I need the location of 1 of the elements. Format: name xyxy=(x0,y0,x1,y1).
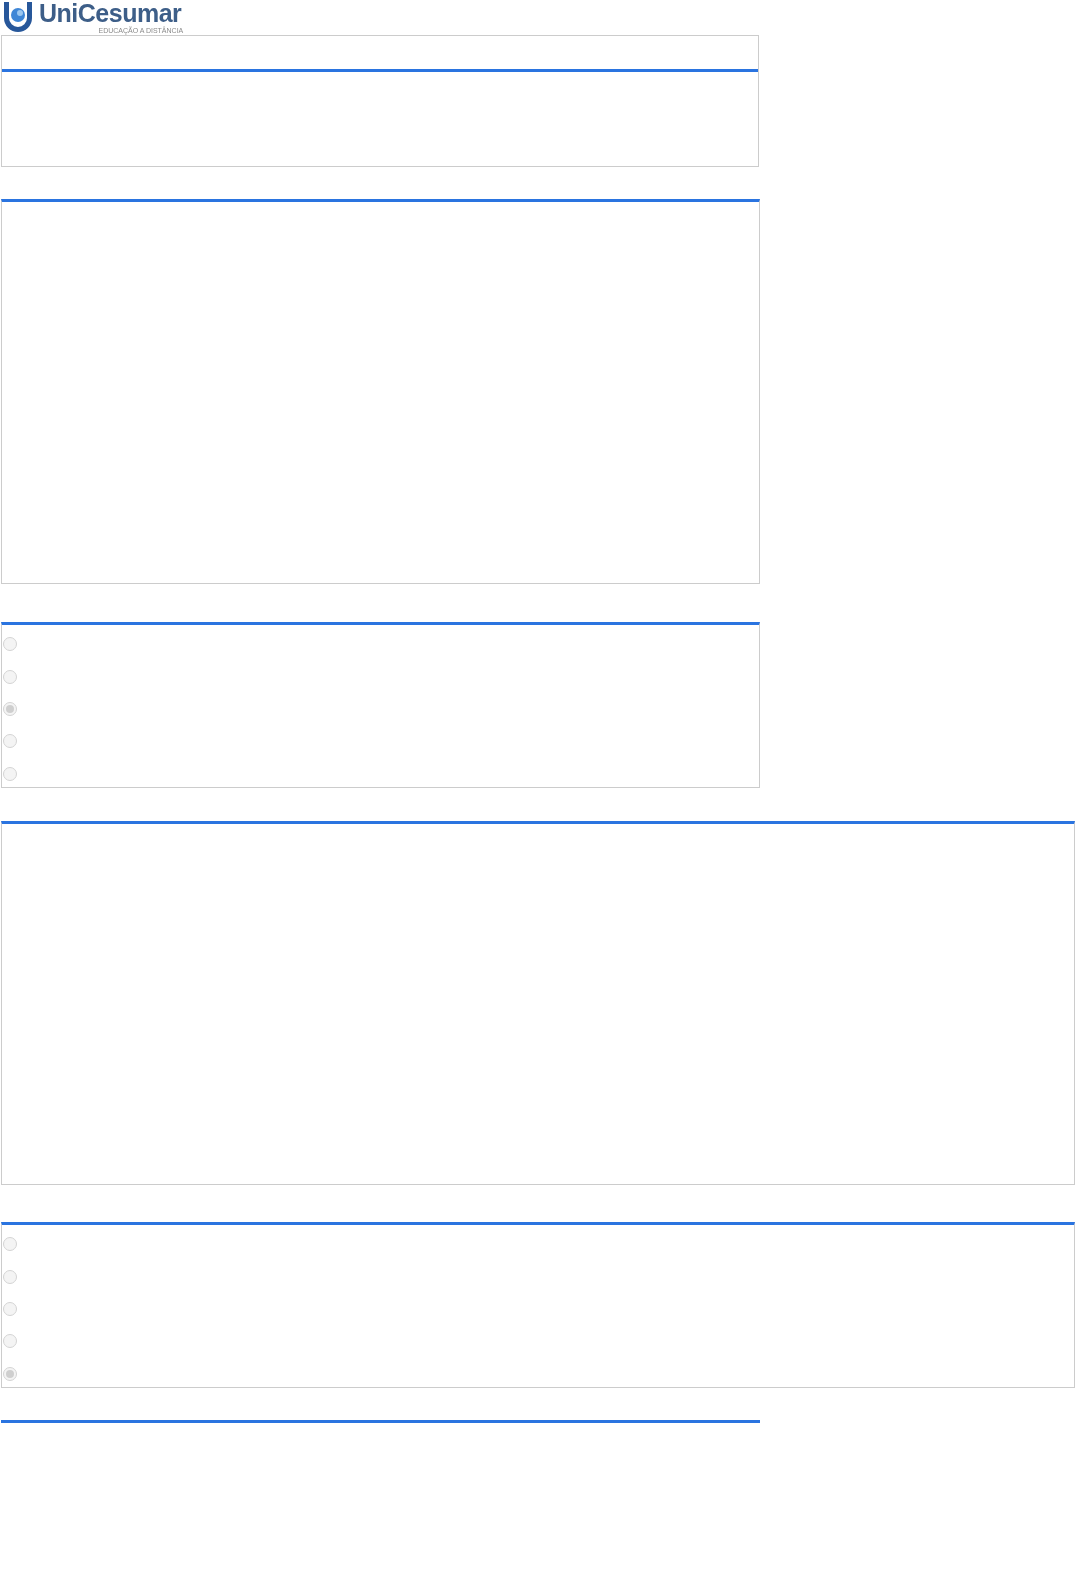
logo-wordmark: UniCesumar xyxy=(39,0,182,27)
